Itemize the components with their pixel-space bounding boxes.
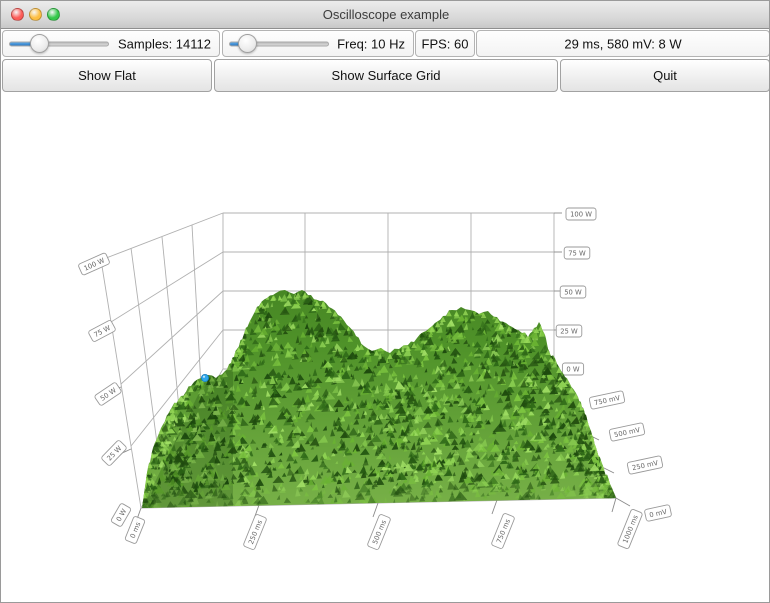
- freq-label: Freq: 10 Hz: [337, 36, 405, 51]
- freq-panel: Freq: 10 Hz: [222, 30, 414, 57]
- grid-line: [192, 225, 202, 404]
- selection-status-panel: 29 ms, 580 mV: 8 W: [476, 30, 770, 57]
- samples-label: Samples: 14112: [118, 36, 211, 51]
- axis-label: 50 W: [560, 286, 586, 298]
- axis-tick: [373, 503, 378, 517]
- selection-status-label: 29 ms, 580 mV: 8 W: [477, 36, 769, 51]
- axis-label: 500 mV: [609, 423, 645, 442]
- axis-label: 75 W: [88, 320, 116, 343]
- show-flat-label: Show Flat: [78, 68, 136, 83]
- axis-label: 100 W: [566, 208, 596, 220]
- show-surface-grid-button[interactable]: Show Surface Grid: [214, 59, 558, 92]
- slider-track[interactable]: [9, 41, 109, 46]
- axis-tick: [612, 498, 616, 512]
- quit-button[interactable]: Quit: [560, 59, 770, 92]
- axis-label: 250 ms: [243, 514, 267, 550]
- slider-thumb[interactable]: [238, 34, 257, 53]
- svg-text:25 W: 25 W: [560, 328, 578, 336]
- slider-thumb[interactable]: [30, 34, 49, 53]
- axis-label: 0 W: [111, 503, 132, 527]
- show-flat-button[interactable]: Show Flat: [2, 59, 212, 92]
- app-window: Oscilloscope example Samples: 14112 Freq…: [0, 0, 770, 603]
- window-title: Oscilloscope example: [1, 7, 770, 22]
- grid-line: [101, 213, 223, 260]
- axis-tick: [492, 500, 497, 514]
- surface-plot-area[interactable]: 100 W75 W50 W25 W0 W100 W75 W50 W25 W0 W…: [1, 93, 770, 603]
- svg-text:100 W: 100 W: [570, 211, 592, 219]
- surface-3d-chart[interactable]: 100 W75 W50 W25 W0 W100 W75 W50 W25 W0 W…: [1, 93, 770, 603]
- axis-label: 50 W: [94, 382, 122, 406]
- selection-dot-highlight: [203, 376, 205, 378]
- axis-label: 500 ms: [367, 514, 391, 550]
- axis-label: 0 mV: [644, 504, 672, 521]
- axis-label: 250 mV: [627, 456, 663, 475]
- axis-tick: [616, 498, 630, 506]
- freq-slider[interactable]: [229, 31, 329, 56]
- axis-label: 0 ms: [125, 516, 146, 544]
- fps-panel: FPS: 60: [415, 30, 475, 57]
- fps-label: FPS: 60: [416, 36, 474, 51]
- show-surface-grid-label: Show Surface Grid: [331, 68, 440, 83]
- axis-label: 75 W: [564, 247, 590, 259]
- axis-label: 750 mV: [589, 391, 625, 410]
- grid-line: [101, 260, 141, 508]
- samples-slider[interactable]: [9, 31, 109, 56]
- axis-label: 1000 ms: [617, 509, 643, 549]
- axis-label: 25 W: [556, 325, 582, 337]
- grid-line: [131, 248, 161, 473]
- quit-label: Quit: [653, 68, 677, 83]
- title-bar[interactable]: Oscilloscope example: [1, 1, 770, 29]
- axis-label: 100 W: [78, 252, 110, 275]
- svg-text:0 W: 0 W: [566, 366, 579, 374]
- samples-panel: Samples: 14112: [2, 30, 220, 57]
- svg-text:75 W: 75 W: [568, 250, 586, 258]
- axis-label: 0 W: [562, 363, 583, 375]
- selection-dot[interactable]: [201, 374, 208, 381]
- svg-text:50 W: 50 W: [564, 289, 582, 297]
- axis-label: 750 ms: [491, 513, 515, 549]
